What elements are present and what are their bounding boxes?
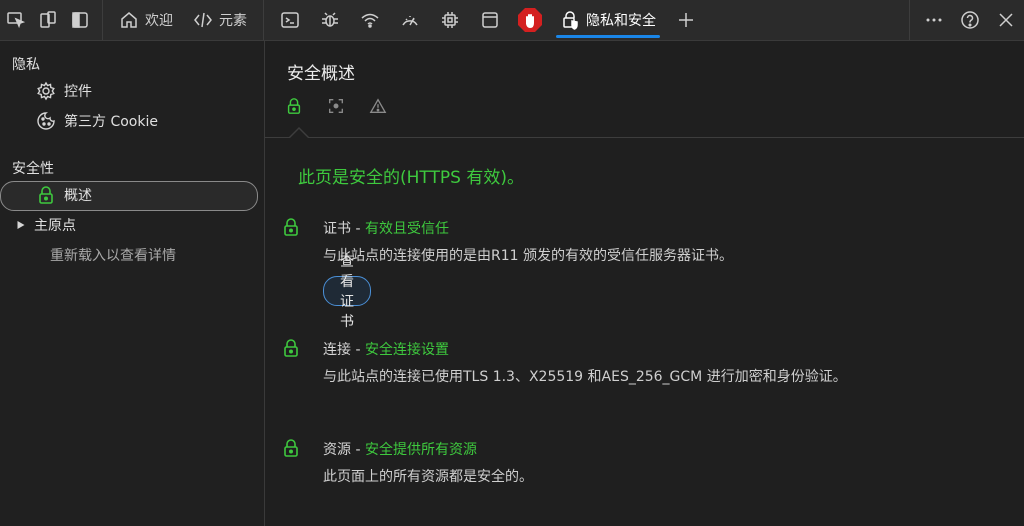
dash-separator: - [351, 342, 365, 358]
application-window-icon[interactable] [470, 0, 510, 40]
dash-separator: - [351, 221, 365, 237]
sidebar-item-cookie-label: 第三方 Cookie [64, 114, 158, 130]
tab-welcome[interactable]: 欢迎 [109, 0, 183, 40]
sidebar-item-overview[interactable]: 概述 [36, 185, 92, 205]
certificate-title: 证书 - 有效且受信任 [323, 218, 449, 238]
gear-icon [37, 81, 55, 101]
section-label: 连接 [323, 342, 351, 358]
sidebar-item-main-origin[interactable]: 主原点 [16, 215, 76, 235]
lock-shield-icon [563, 11, 578, 30]
expand-triangle-icon [17, 221, 25, 229]
home-icon [121, 12, 137, 28]
close-icon[interactable] [988, 0, 1024, 40]
reload-hint: 重新载入以查看详情 [50, 248, 176, 264]
performance-icon[interactable] [390, 0, 430, 40]
console-icon[interactable] [270, 0, 310, 40]
more-options-icon[interactable] [916, 0, 952, 40]
tab-elements[interactable]: 元素 [183, 0, 257, 40]
tab-privacy-security-label: 隐私和安全 [586, 13, 656, 29]
tab-privacy-security[interactable]: 隐私和安全 [550, 0, 666, 40]
lock-icon [39, 186, 53, 204]
tab-welcome-label: 欢迎 [145, 13, 173, 29]
section-label: 资源 [323, 442, 351, 458]
page-title: 安全概述 [287, 64, 355, 84]
memory-chip-icon[interactable] [430, 0, 470, 40]
resources-title: 资源 - 安全提供所有资源 [323, 439, 477, 459]
warning-icon[interactable] [369, 97, 387, 115]
security-heading: 安全性 [12, 161, 54, 177]
inspect-element-icon[interactable] [0, 0, 32, 40]
toolbar-separator [102, 0, 103, 40]
section-description: 与此站点的连接已使用TLS 1.3、X25519 和AES_256_GCM 进行… [323, 369, 847, 385]
lock-icon [284, 339, 298, 357]
devtools-toolbar: 欢迎 元素 隐私和安全 [0, 0, 1024, 41]
overview-subtabs [285, 97, 387, 115]
section-state: 安全连接设置 [364, 342, 449, 358]
help-icon[interactable] [952, 0, 988, 40]
lock-icon [284, 439, 298, 457]
sidebar-item-main-origin-label: 主原点 [34, 218, 76, 234]
privacy-heading: 隐私 [12, 57, 40, 73]
dash-separator: - [351, 442, 365, 458]
connection-title: 连接 - 安全连接设置 [323, 339, 449, 359]
sidebar-item-controls-label: 控件 [64, 84, 92, 100]
toolbar-separator [909, 0, 910, 40]
section-label: 证书 [323, 221, 351, 237]
device-emulation-icon[interactable] [32, 0, 64, 40]
security-overview-panel: 安全概述 此页是安全的(HTTPS 有效)。 证书 - 有效且受信任 与此站点的… [265, 41, 1024, 526]
cookie-icon [37, 112, 55, 130]
subtab-pointer-inner [290, 129, 308, 138]
bug-icon[interactable] [310, 0, 350, 40]
dock-side-icon[interactable] [64, 0, 96, 40]
section-state: 安全提供所有资源 [364, 442, 477, 458]
view-certificate-button[interactable]: 查看证书 [323, 254, 371, 330]
wifi-icon[interactable] [350, 0, 390, 40]
toolbar-right [903, 0, 1024, 40]
code-icon [194, 12, 212, 28]
lock-icon[interactable] [285, 97, 303, 115]
section-description: 此页面上的所有资源都是安全的。 [323, 469, 533, 485]
scan-focus-icon[interactable] [327, 97, 345, 115]
security-headline: 此页是安全的(HTTPS 有效)。 [298, 168, 524, 188]
sidebar-item-overview-label: 概述 [64, 188, 92, 204]
lock-icon [284, 218, 298, 236]
sidebar-item-third-party-cookie[interactable]: 第三方 Cookie [36, 111, 158, 131]
tab-elements-label: 元素 [219, 13, 247, 29]
sidebar: 隐私 控件 第三方 Cookie 安全性 概述 主原点 重新载入以查看详情 [0, 41, 265, 526]
stop-hand-icon[interactable] [516, 6, 544, 34]
subtab-divider [265, 137, 1024, 138]
section-state: 有效且受信任 [364, 221, 449, 237]
toolbar-separator [263, 0, 264, 40]
sidebar-item-controls[interactable]: 控件 [36, 81, 92, 101]
section-description: 与此站点的连接使用的是由R11 颁发的有效的受信任服务器证书。 [323, 248, 733, 264]
add-tab-icon[interactable] [666, 0, 706, 40]
